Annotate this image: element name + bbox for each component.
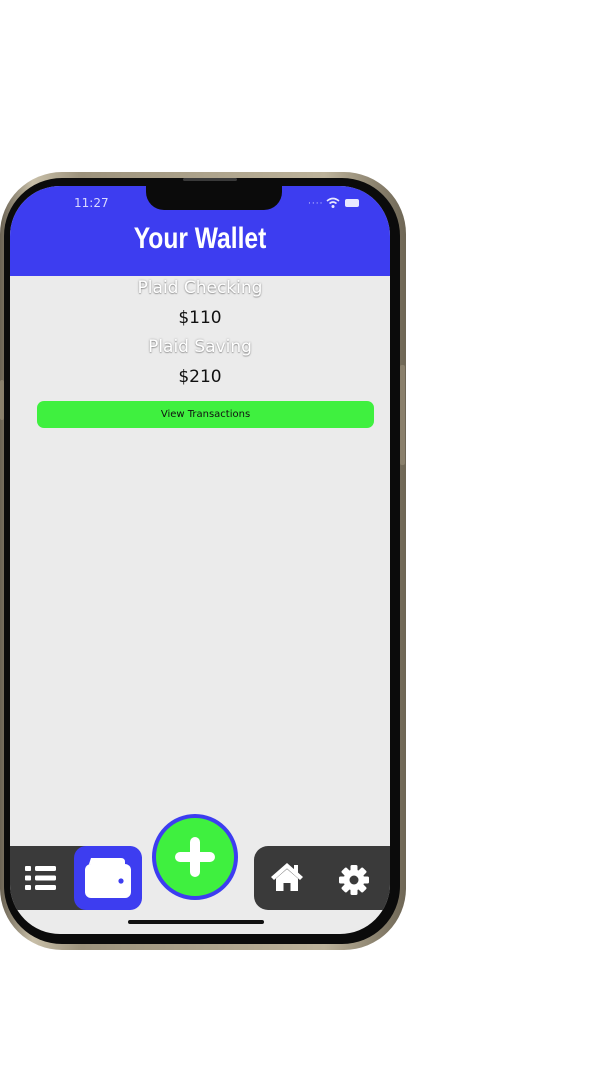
nav-wallet-tab[interactable] <box>74 846 142 910</box>
wifi-icon <box>326 197 340 208</box>
home-icon[interactable] <box>270 862 304 892</box>
home-indicator <box>128 920 264 924</box>
account-balance-checking: $110 <box>178 308 222 328</box>
app-screen: 11:27 ···· Your Wallet Plaid Checking $1… <box>10 186 390 934</box>
list-icon[interactable] <box>24 864 58 892</box>
add-button[interactable] <box>152 814 238 900</box>
add-icon <box>175 837 215 877</box>
battery-icon <box>345 199 359 207</box>
account-name-saving: Plaid Saving <box>148 337 252 357</box>
bottom-nav-right <box>254 846 390 910</box>
status-time: 11:27 <box>74 196 109 210</box>
account-name-checking: Plaid Checking <box>137 278 263 298</box>
settings-icon[interactable] <box>338 864 370 896</box>
status-icons: ···· <box>308 197 364 209</box>
wallet-icon <box>85 858 131 898</box>
speaker-grille <box>183 178 237 181</box>
side-button <box>400 365 405 465</box>
notch <box>146 186 282 210</box>
account-balance-saving: $210 <box>178 367 222 387</box>
signal-icon: ···· <box>308 199 324 209</box>
view-transactions-button[interactable]: View Transactions <box>37 401 374 428</box>
page-title: Your Wallet <box>133 222 267 255</box>
